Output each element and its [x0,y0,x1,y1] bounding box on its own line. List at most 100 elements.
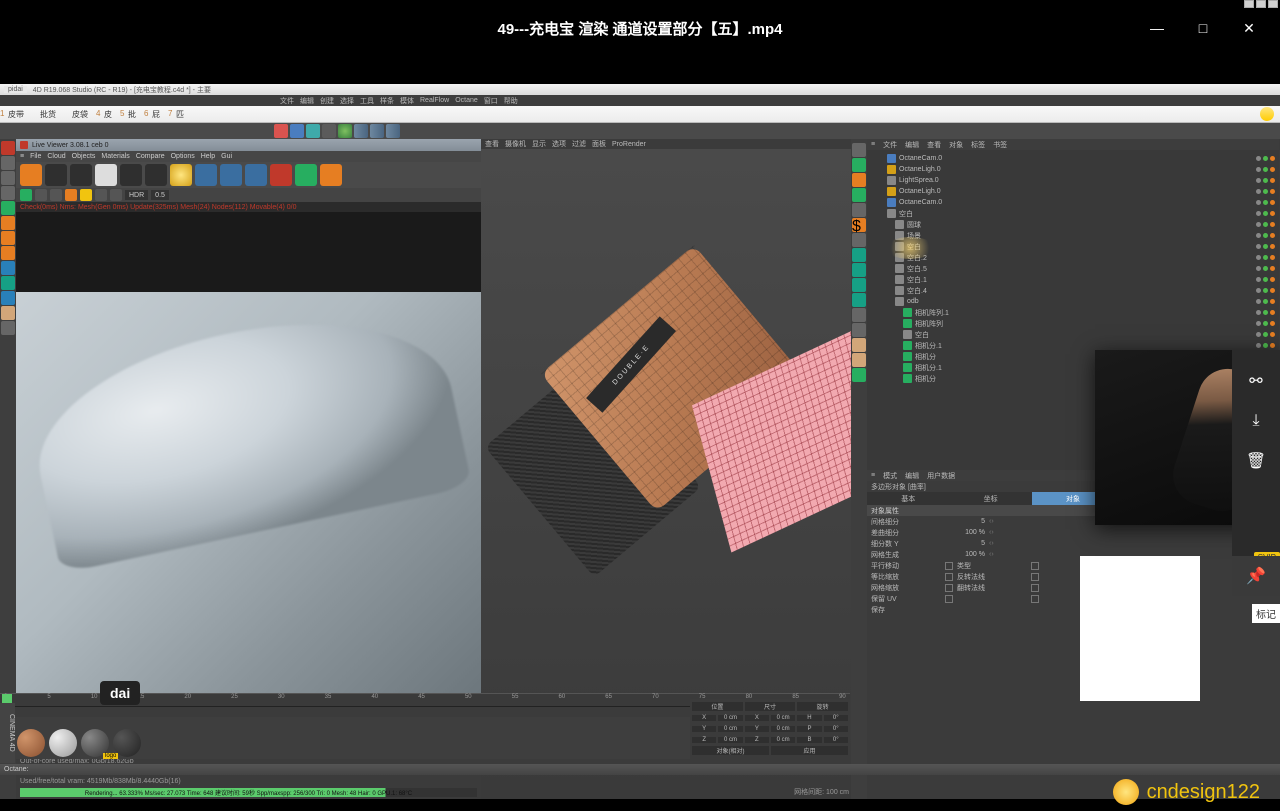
record-icon[interactable] [274,124,288,138]
spinner-icon[interactable]: ‹› [989,540,994,547]
visibility-dot[interactable] [1256,189,1261,194]
render-dot[interactable] [1263,189,1268,194]
menu-item[interactable]: 样条 [380,96,394,106]
download-icon[interactable]: ⤓ [1245,410,1267,432]
object-tree-row[interactable]: OctaneCam.0 [871,153,1275,164]
render-dot[interactable] [1263,255,1268,260]
emoji-icon[interactable] [1260,107,1274,121]
render-dot[interactable] [1263,321,1268,326]
channel-c-icon[interactable] [245,164,267,186]
stop-icon[interactable] [70,164,92,186]
coord-cell[interactable]: B [797,737,821,743]
tool-icon[interactable] [1,321,15,335]
tag-dot[interactable] [1270,211,1275,216]
save-icon[interactable] [110,189,122,201]
vp-menu-item[interactable]: 查看 [485,139,499,149]
visibility-dot[interactable] [1256,222,1261,227]
c4d-max-button[interactable] [1256,0,1266,8]
menu-item[interactable]: 选择 [340,96,354,106]
share-icon[interactable]: ⚯ [1245,370,1267,392]
object-tree-row[interactable]: odb [871,296,1275,307]
object-tree-row[interactable]: 空白.4 [871,285,1275,296]
layout-icon[interactable] [386,124,400,138]
workplane-icon[interactable] [1,276,15,290]
visibility-dot[interactable] [1256,233,1261,238]
minimize-button[interactable]: — [1134,8,1180,48]
lv-menu-item[interactable]: Materials [101,153,129,160]
coord-cell[interactable]: 0 cm [771,726,795,732]
spinner-icon[interactable]: ‹› [989,518,994,525]
ime-candidate[interactable]: 批 [120,109,144,120]
visibility-dot[interactable] [1256,332,1261,337]
render-dot[interactable] [1263,156,1268,161]
checkbox[interactable] [945,562,953,570]
object-tree-row[interactable]: 空白.1 [871,274,1275,285]
model-mode-icon[interactable] [1,201,15,215]
render-dot[interactable] [1263,244,1268,249]
ime-candidate[interactable]: 皮带 [0,109,32,120]
tag-dot[interactable] [1270,156,1275,161]
attr-menu-item[interactable]: 编辑 [905,471,919,481]
close-button[interactable]: ✕ [1226,8,1272,48]
grid-icon[interactable] [35,189,47,201]
clay-mode-icon[interactable] [95,164,117,186]
render-viewport[interactable] [16,212,481,756]
coord-cell[interactable]: Y [692,726,716,732]
object-tree-row[interactable]: OctaneLigh.0 [871,186,1275,197]
tag-dot[interactable] [1270,255,1275,260]
render-dot[interactable] [1263,310,1268,315]
padlock-icon[interactable] [80,189,92,201]
sphere-icon[interactable] [852,173,866,187]
spinner-icon[interactable]: ‹› [989,529,994,536]
lv-menu-item[interactable]: Cloud [47,153,65,160]
object-tree-row[interactable]: LightSprea.0 [871,175,1275,186]
checkbox[interactable] [1031,573,1039,581]
settings-icon[interactable] [295,164,317,186]
tab-coord[interactable]: 坐标 [949,492,1031,505]
checkbox[interactable] [1031,562,1039,570]
visibility-dot[interactable] [1256,288,1261,293]
select-icon[interactable] [852,143,866,157]
object-tree-row[interactable]: 场景 [871,230,1275,241]
lv-menu-item[interactable]: Help [201,153,215,160]
object-tree-row[interactable]: 空白.2 [871,252,1275,263]
ime-candidate[interactable]: 屁 [144,109,168,120]
tag-dot[interactable] [1270,277,1275,282]
coord-cell[interactable]: Z [692,737,716,743]
attr-value[interactable]: 5 [945,540,985,547]
object-tree-row[interactable]: 空白.5 [871,263,1275,274]
coord-cell[interactable]: Y [745,726,769,732]
live-select-icon[interactable] [1,141,15,155]
render-dot[interactable] [1263,200,1268,205]
visibility-dot[interactable] [1256,244,1261,249]
menu-item[interactable]: Octane [455,97,478,104]
checkbox[interactable] [1031,584,1039,592]
tag-dot[interactable] [1270,266,1275,271]
checkbox[interactable] [1031,595,1039,603]
tool-h-icon[interactable] [852,353,866,367]
visibility-dot[interactable] [1256,310,1261,315]
menu-item[interactable]: 帮助 [504,96,518,106]
render-dot[interactable] [1263,299,1268,304]
lv-menu-item[interactable]: Compare [136,153,165,160]
material-ball[interactable] [49,729,77,757]
vp-menu-item[interactable]: 面板 [592,139,606,149]
exposure-value[interactable]: 0.5 [151,190,169,200]
visibility-dot[interactable] [1256,167,1261,172]
tonemap-dropdown[interactable]: HDR [125,190,148,200]
menu-item[interactable]: 工具 [360,96,374,106]
spline-icon[interactable] [306,124,320,138]
visibility-dot[interactable] [1256,299,1261,304]
tag-dot[interactable] [1270,321,1275,326]
render-dot[interactable] [1263,277,1268,282]
visibility-dot[interactable] [1256,343,1261,348]
coord-cell[interactable]: 0 cm [771,737,795,743]
object-tree-row[interactable]: OctaneCam.0 [871,197,1275,208]
polygon-mode-icon[interactable] [1,246,15,260]
c4d-min-button[interactable] [1244,0,1254,8]
coord-cell[interactable]: X [692,715,716,721]
pin-button[interactable]: 📌 [1232,556,1280,596]
tool-e-icon[interactable] [852,308,866,322]
om-menu-item[interactable]: ≡ [871,141,875,148]
channel-a-icon[interactable] [195,164,217,186]
